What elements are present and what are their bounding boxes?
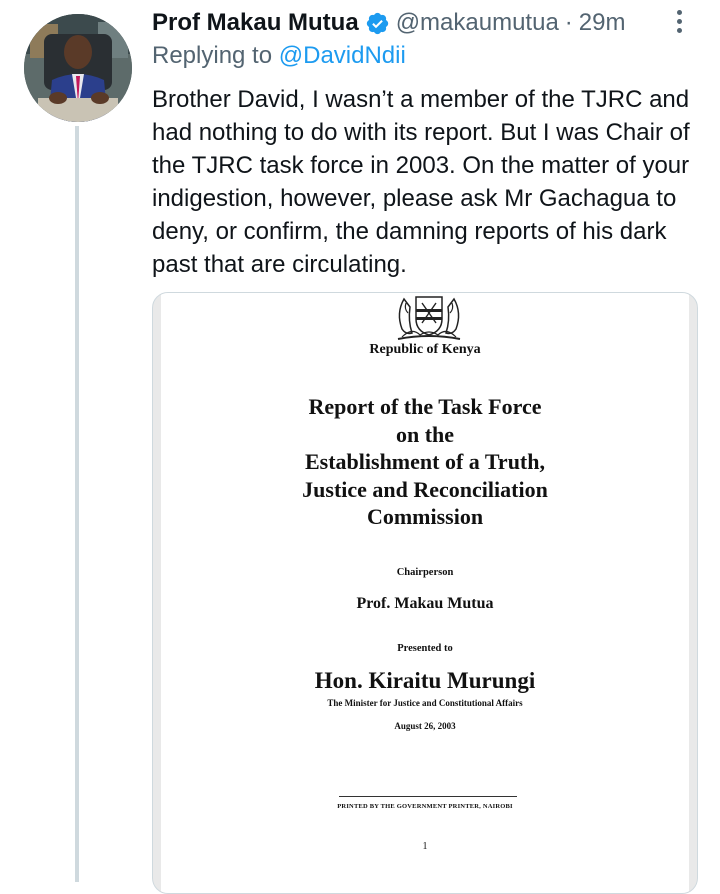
document-title-line: on the (395, 421, 455, 447)
document-minister-title: The Minister for Justice and Constitutio… (327, 698, 523, 708)
document-chair-name: Prof. Makau Mutua (356, 595, 494, 612)
tweet-timestamp[interactable]: 29m (579, 9, 626, 37)
document-title: Report of the Task Force on the Establis… (161, 393, 689, 531)
tweet-text: Brother David, I wasn’t a member of the … (152, 86, 690, 278)
document-chair-label: Chairperson (396, 567, 454, 578)
document-date: August 26, 2003 (394, 721, 456, 731)
reply-mention-link[interactable]: @DavidNdii (279, 42, 406, 69)
author-name[interactable]: Prof Makau Mutua (152, 9, 359, 37)
printer-divider (339, 796, 517, 797)
document-page-number: 1 (422, 841, 428, 852)
author-avatar[interactable] (24, 14, 132, 122)
document-printer: PRINTED BY THE GOVERNMENT PRINTER, NAIRO… (337, 803, 513, 810)
author-handle[interactable]: @makaumutua (396, 9, 559, 37)
more-options-icon[interactable] (668, 6, 690, 40)
author-photo (24, 14, 132, 122)
tweet-media-image[interactable]: Republic of Kenya Report of the Task For… (152, 292, 698, 894)
verified-badge-icon (366, 12, 388, 34)
coat-of-arms-icon (397, 296, 461, 340)
document-republic: Republic of Kenya (369, 342, 481, 357)
document-page: Republic of Kenya Report of the Task For… (161, 293, 689, 893)
thread-line (75, 126, 79, 882)
document-title-line: Establishment of a Truth, (304, 449, 545, 474)
document-title-line: Report of the Task Force (308, 394, 542, 419)
separator-dot: · (564, 9, 573, 36)
document-title-line: Commission (366, 504, 484, 529)
replying-to: Replying to @DavidNdii (152, 42, 406, 70)
document-title-line: Justice and Reconciliation (302, 476, 548, 502)
document-presented-label: Presented to (397, 643, 453, 654)
replying-prefix: Replying to (152, 42, 273, 69)
document-minister-name: Hon. Kiraitu Murungi (314, 668, 536, 693)
tweet-header: Prof Makau Mutua @makaumutua · 29m (152, 4, 625, 42)
